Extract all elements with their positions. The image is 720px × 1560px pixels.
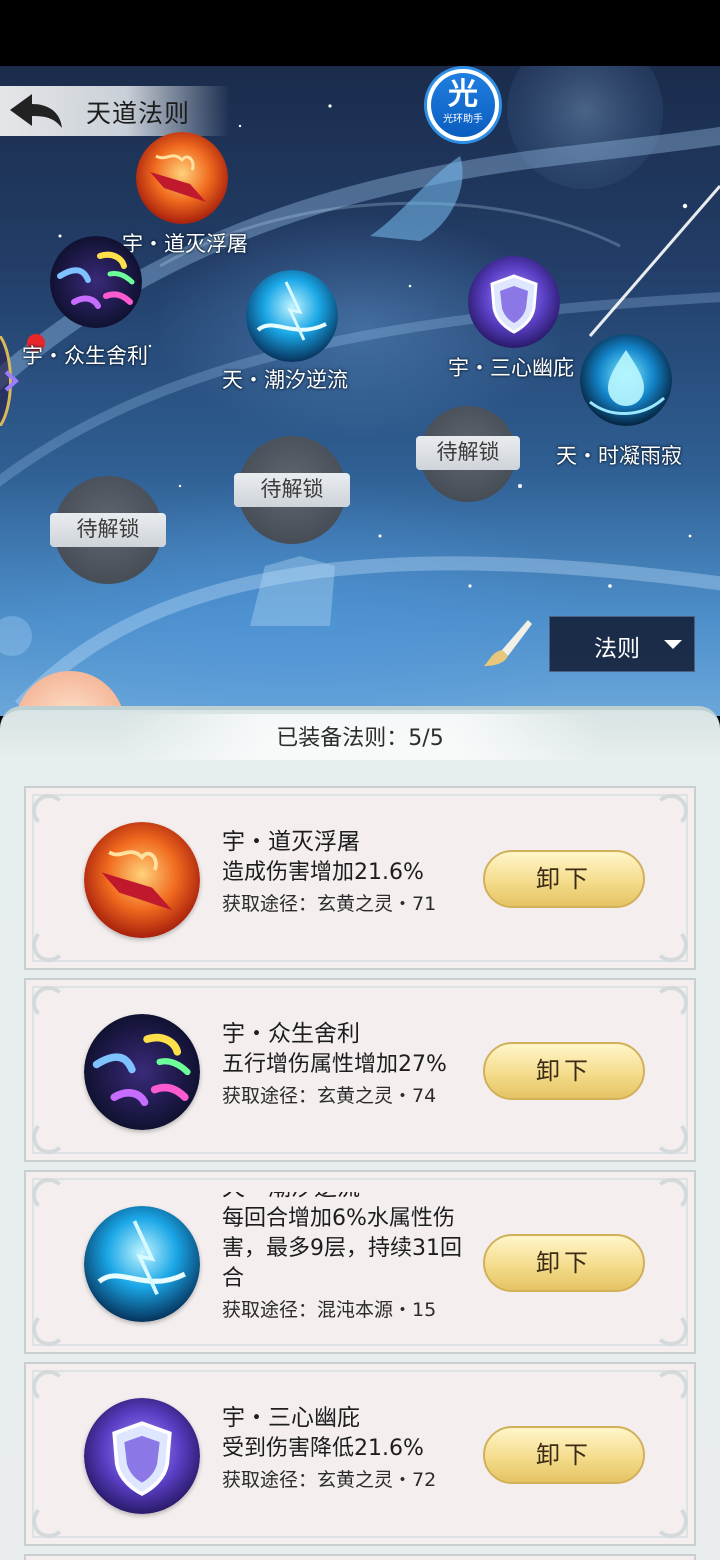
unequip-button[interactable]: 卸下 [483, 1426, 645, 1484]
corner-ornament [654, 1120, 688, 1154]
corner-ornament [32, 1312, 66, 1346]
shield-icon [468, 256, 560, 348]
brush-icon[interactable] [480, 616, 534, 670]
unequip-button[interactable]: 卸下 [483, 850, 645, 908]
equipped-panel: 已装备法则：5/5 宇・道灭浮屠 造成伤害增加21.6% 获取途径：玄黄之灵・7… [0, 706, 720, 1560]
law-effect: 造成伤害增加21.6% [222, 860, 424, 885]
card-text: 宇・众生舍利 五行增伤属性增加27% 获取途径：玄黄之灵・74 [222, 1018, 472, 1136]
corner-ornament [32, 1504, 66, 1538]
helper-app-badge[interactable]: 光 光环助手 [424, 66, 502, 144]
fire-blade-icon [84, 822, 200, 938]
corner-ornament [654, 1312, 688, 1346]
map-node-zhongsheng-sheli[interactable] [50, 236, 142, 328]
law-source: 获取途径：玄黄之灵・74 [222, 1085, 437, 1107]
corner-ornament [32, 794, 66, 828]
water-wave-icon [84, 1206, 200, 1322]
water-drop-icon [580, 334, 672, 426]
law-source: 获取途径：玄黄之灵・71 [222, 893, 437, 915]
corner-ornament [654, 986, 688, 1020]
equipped-law-card-partial [24, 1554, 696, 1560]
filter-dropdown-label: 法则 [594, 636, 640, 662]
map-node-label: 天・时凝雨寂 [556, 444, 682, 468]
fire-blade-icon [136, 132, 228, 224]
unequip-button[interactable]: 卸下 [483, 1234, 645, 1292]
back-arrow-icon[interactable] [6, 90, 66, 132]
law-name: 宇・道灭浮屠 [222, 829, 360, 855]
map-node-sanxin-youbi[interactable] [468, 256, 560, 348]
locked-slot[interactable]: 待解锁 [50, 476, 166, 584]
helper-badge-char: 光 [448, 77, 478, 112]
locked-slot-label: 待解锁 [234, 473, 350, 507]
equipped-law-card: 天・潮汐逆流 每回合增加6%水属性伤害，最多9层，持续31回合 获取途径：混沌本… [24, 1170, 696, 1354]
corner-ornament [654, 1178, 688, 1212]
page-title: 天道法则 [86, 99, 191, 128]
locked-slot-label: 待解锁 [416, 436, 520, 470]
law-name: 宇・三心幽庇 [222, 1405, 360, 1431]
law-effect: 五行增伤属性增加27% [222, 1052, 447, 1077]
law-name: 宇・众生舍利 [222, 1021, 360, 1047]
equipped-count: 已装备法则：5/5 [276, 726, 444, 751]
map-node-label: 天・潮汐逆流 [222, 368, 348, 392]
corner-ornament [654, 794, 688, 828]
map-node-label: 宇・三心幽庇 [448, 356, 574, 380]
law-source: 获取途径：混沌本源・15 [222, 1299, 437, 1321]
locked-slot[interactable]: 待解锁 [416, 406, 520, 502]
corner-ornament [654, 1370, 688, 1404]
card-text: 宇・三心幽庇 受到伤害降低21.6% 获取途径：玄黄之灵・72 [222, 1402, 472, 1520]
corner-ornament [32, 1370, 66, 1404]
status-bar [0, 0, 720, 66]
comet-orbs-icon [84, 1014, 200, 1130]
corner-ornament [654, 1504, 688, 1538]
map-node-chaoxi-niliu[interactable] [246, 270, 338, 362]
locked-slot-label: 待解锁 [50, 513, 166, 547]
corner-ornament [32, 1120, 66, 1154]
card-text-scrolled[interactable]: 天・潮汐逆流 每回合增加6%水属性伤害，最多9层，持续31回合 获取途径：混沌本… [222, 1192, 472, 1338]
chevron-down-icon [664, 640, 682, 649]
equipped-law-card: 宇・众生舍利 五行增伤属性增加27% 获取途径：玄黄之灵・74 卸下 [24, 978, 696, 1162]
corner-ornament [654, 928, 688, 962]
chevron-right-icon[interactable] [0, 336, 30, 426]
unequip-button[interactable]: 卸下 [483, 1042, 645, 1100]
corner-ornament [32, 986, 66, 1020]
law-effect: 受到伤害降低21.6% [222, 1436, 424, 1461]
equipped-law-card: 宇・三心幽庇 受到伤害降低21.6% 获取途径：玄黄之灵・72 卸下 [24, 1362, 696, 1546]
shield-icon [84, 1398, 200, 1514]
map-node-label: 宇・道灭浮屠 [122, 232, 248, 256]
corner-ornament [32, 1178, 66, 1212]
corner-ornament [32, 928, 66, 962]
water-wave-icon [246, 270, 338, 362]
filter-dropdown[interactable]: 法则 [549, 616, 695, 672]
law-source: 获取途径：玄黄之灵・72 [222, 1469, 437, 1491]
law-map: 天道法则 光 光环助手 宇・道灭浮屠 宇・众生舍利 天・潮汐逆流 宇・三心幽庇 … [0, 66, 720, 716]
comet-orbs-icon [50, 236, 142, 328]
card-text: 宇・道灭浮屠 造成伤害增加21.6% 获取途径：玄黄之灵・71 [222, 826, 472, 944]
map-node-label: 宇・众生舍利 [22, 344, 148, 368]
equipped-law-card: 宇・道灭浮屠 造成伤害增加21.6% 获取途径：玄黄之灵・71 卸下 [24, 786, 696, 970]
header-bar: 天道法则 [0, 86, 230, 136]
law-effect: 每回合增加6%水属性伤害，最多9层，持续31回合 [222, 1206, 462, 1291]
map-node-daomie-futu[interactable] [136, 132, 228, 224]
map-node-shining-yuji[interactable] [580, 334, 672, 426]
helper-badge-label: 光环助手 [443, 114, 483, 125]
law-name: 天・潮汐逆流 [222, 1192, 472, 1204]
locked-slot[interactable]: 待解锁 [234, 436, 350, 544]
